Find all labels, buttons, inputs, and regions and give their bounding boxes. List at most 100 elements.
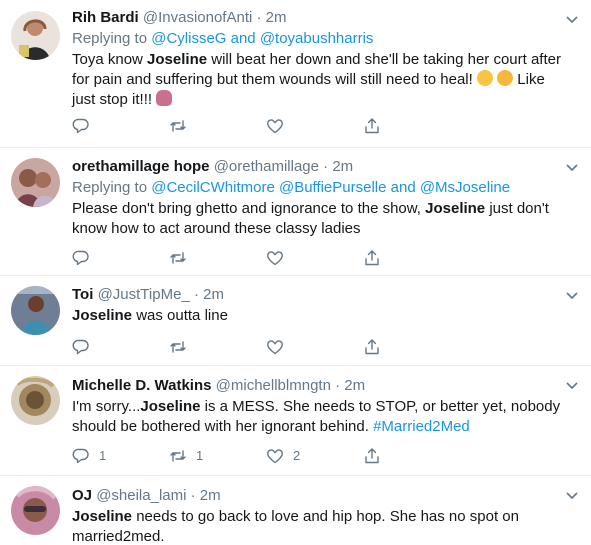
share-icon	[365, 339, 379, 355]
retweet-button[interactable]	[169, 116, 196, 136]
reply-button[interactable]: 1	[72, 446, 106, 466]
chevron-down-icon[interactable]	[565, 288, 579, 302]
reply-icon	[72, 118, 89, 134]
share-icon	[365, 118, 379, 134]
woman-facepalming-emoji-icon	[156, 90, 173, 106]
share-button[interactable]	[363, 116, 381, 136]
tweet-actions	[72, 248, 392, 268]
retweet-button[interactable]	[169, 248, 196, 268]
avatar[interactable]	[11, 486, 60, 535]
share-button[interactable]	[363, 446, 381, 466]
retweet-button[interactable]: 1	[169, 446, 203, 466]
separator-dot: ·	[323, 158, 329, 175]
reply-button[interactable]	[72, 248, 99, 268]
replying-to-links[interactable]: @CecilCWhitmore @BuffiePurselle and @MsJ…	[151, 179, 510, 196]
tweet-header: Toi @JustTipMe_ · 2m	[72, 285, 561, 305]
retweet-icon	[170, 252, 186, 264]
chevron-down-icon[interactable]	[565, 160, 579, 174]
separator-dot: ·	[256, 9, 262, 26]
retweet-count: 1	[196, 448, 204, 463]
timestamp[interactable]: 2m	[344, 377, 365, 394]
display-name[interactable]: orethamillage hope	[72, 158, 210, 175]
avatar[interactable]	[11, 11, 60, 60]
separator-dot: ·	[193, 286, 199, 303]
tweet[interactable]: orethamillage hope @orethamillage · 2m R…	[0, 148, 591, 276]
username[interactable]: @orethamillage	[214, 158, 319, 175]
heart-icon	[267, 119, 283, 134]
replying-to-label: Replying to	[72, 30, 152, 47]
reply-icon	[72, 250, 89, 266]
tweet-text-part: I'm sorry...	[72, 398, 141, 415]
tweet[interactable]: Rih Bardi @InvasionofAnti · 2m Replying …	[0, 0, 591, 148]
chevron-down-icon[interactable]	[565, 378, 579, 392]
chevron-down-icon[interactable]	[565, 488, 579, 502]
tweet[interactable]: Michelle D. Watkins @michellblmngtn · 2m…	[0, 366, 591, 476]
display-name[interactable]: Michelle D. Watkins	[72, 377, 211, 394]
like-button[interactable]: 2	[266, 446, 300, 466]
tweet-text: I'm sorry...Joseline is a MESS. She need…	[72, 397, 561, 437]
tweet-text-part: Toya know	[72, 51, 148, 68]
username[interactable]: @sheila_lami	[96, 487, 186, 504]
heart-icon	[267, 251, 283, 266]
tweet-header: Michelle D. Watkins @michellblmngtn · 2m	[72, 376, 561, 396]
reply-icon	[72, 339, 89, 355]
tweet-actions: 1 1 2	[72, 446, 392, 466]
username[interactable]: @InvasionofAnti	[143, 9, 252, 26]
tweet-header: OJ @sheila_lami · 2m	[72, 486, 561, 506]
reply-button[interactable]	[72, 337, 99, 357]
tweet-text: Joseline was outta line	[72, 306, 561, 326]
heart-icon	[267, 449, 283, 464]
replying-to: Replying to @CylisseG and @toyabushharri…	[72, 29, 561, 49]
tweet-text: Joseline needs to go back to love and hi…	[72, 507, 561, 545]
timestamp[interactable]: 2m	[203, 286, 224, 303]
like-button[interactable]	[266, 248, 293, 268]
tired-face-emoji-icon	[497, 70, 514, 86]
avatar[interactable]	[11, 286, 60, 335]
hashtag-link[interactable]: #Married2Med	[373, 418, 470, 435]
separator-dot: ·	[190, 487, 196, 504]
tweet-text-bold: Joseline	[72, 508, 133, 525]
tweet-text: Please don't bring ghetto and ignorance …	[72, 199, 561, 239]
retweet-icon	[170, 450, 186, 462]
tweet-text: Toya know Joseline will beat her down an…	[72, 50, 561, 110]
timestamp[interactable]: 2m	[266, 9, 287, 26]
avatar[interactable]	[11, 158, 60, 207]
share-icon	[365, 448, 379, 464]
tweet-text-part: was outta line	[132, 307, 228, 324]
tweet-actions	[72, 116, 392, 136]
retweet-button[interactable]	[169, 337, 196, 357]
timestamp[interactable]: 2m	[332, 158, 353, 175]
display-name[interactable]: Rih Bardi	[72, 9, 139, 26]
tweet-text-bold: Joseline	[140, 398, 201, 415]
like-button[interactable]	[266, 337, 293, 357]
tweet-header: Rih Bardi @InvasionofAnti · 2m	[72, 8, 561, 28]
like-button[interactable]	[266, 116, 293, 136]
tweet-text-part: needs to go back to love and hip hop. Sh…	[72, 508, 519, 545]
tweet-text-bold: Joseline	[72, 307, 133, 324]
share-button[interactable]	[363, 337, 381, 357]
avatar[interactable]	[11, 376, 60, 425]
tweet-text-bold: Joseline	[147, 51, 208, 68]
retweet-icon	[170, 120, 186, 132]
retweet-icon	[170, 341, 186, 353]
replying-to-links[interactable]: @CylisseG and @toyabushharris	[151, 30, 373, 47]
replying-to: Replying to @CecilCWhitmore @BuffiePurse…	[72, 178, 561, 198]
tweet-text-part: Please don't bring ghetto and ignorance …	[72, 200, 426, 217]
reply-button[interactable]	[72, 116, 99, 136]
tweet-text-bold: Joseline	[425, 200, 486, 217]
display-name[interactable]: Toi	[72, 286, 93, 303]
tweet[interactable]: Toi @JustTipMe_ · 2m Joseline was outta …	[0, 276, 591, 366]
reply-icon	[72, 448, 89, 464]
tweet[interactable]: OJ @sheila_lami · 2m Joseline needs to g…	[0, 476, 591, 545]
username[interactable]: @michellblmngtn	[216, 377, 331, 394]
replying-to-label: Replying to	[72, 179, 152, 196]
share-icon	[365, 250, 379, 266]
heart-icon	[267, 340, 283, 355]
timestamp[interactable]: 2m	[200, 487, 221, 504]
username[interactable]: @JustTipMe_	[98, 286, 190, 303]
chevron-down-icon[interactable]	[565, 12, 579, 26]
display-name[interactable]: OJ	[72, 487, 92, 504]
tweet-header: orethamillage hope @orethamillage · 2m	[72, 157, 561, 177]
share-button[interactable]	[363, 248, 381, 268]
separator-dot: ·	[335, 377, 341, 394]
